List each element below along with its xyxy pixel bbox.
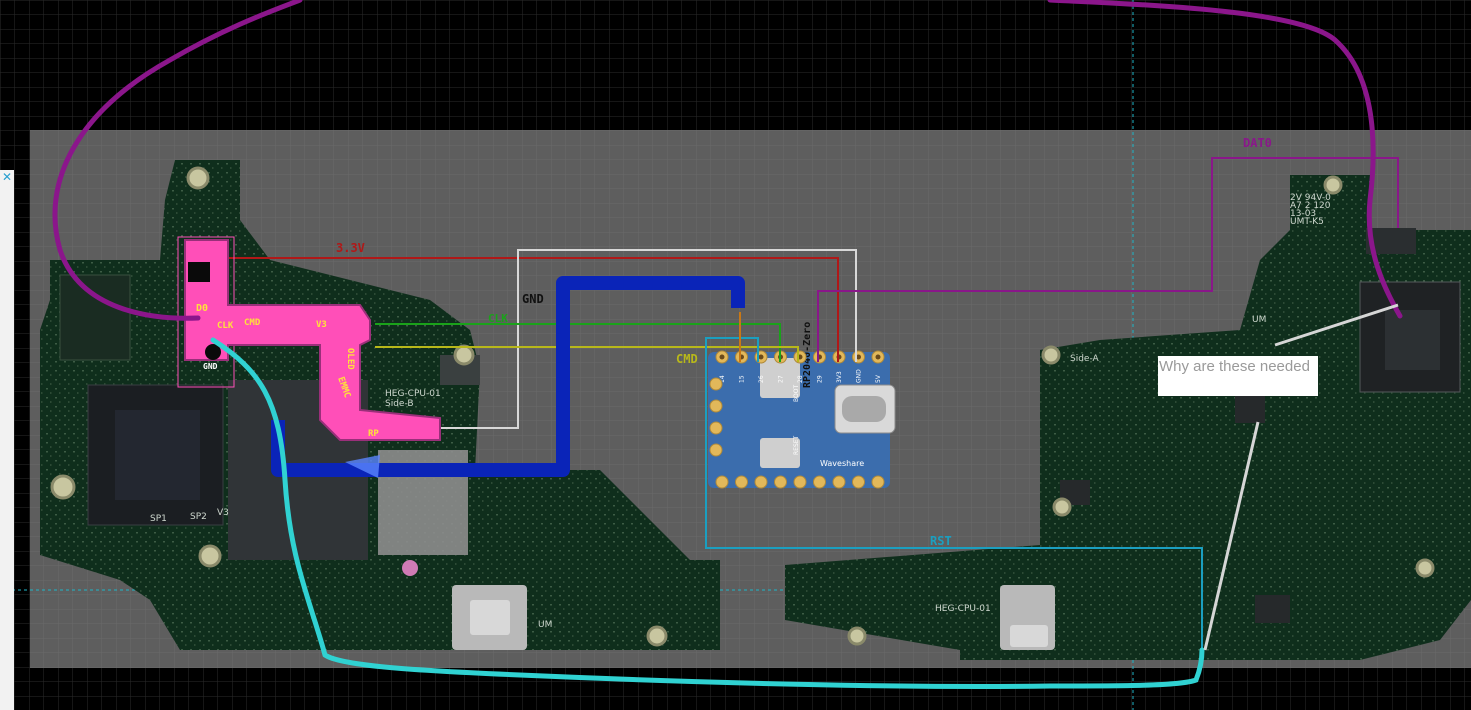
side-panel: ✕ xyxy=(0,170,14,710)
silk-v3: V3 xyxy=(217,508,229,518)
rp2040-pad xyxy=(832,475,846,489)
rp2040-pad xyxy=(774,475,787,489)
silk-board-right: HEG-CPU-01 xyxy=(935,604,991,614)
flex-label-v3: V3 xyxy=(316,320,327,330)
flex-label-clk: CLK xyxy=(217,321,234,331)
rp2040-pad xyxy=(709,399,723,413)
silk-side-b: Side-B xyxy=(385,399,414,409)
rp2040-pin-label: 26 xyxy=(758,375,765,383)
silk-board-left: HEG-CPU-01 xyxy=(385,389,441,399)
rp2040-pad xyxy=(852,475,865,489)
rp2040-pad xyxy=(709,377,723,391)
rp2040-pad-hole xyxy=(875,354,881,360)
rp2040-reset-label: RESET xyxy=(793,435,800,455)
label-clk: CLK xyxy=(488,312,508,325)
rp2040-pad-hole xyxy=(758,354,764,360)
rp2040-pin-label: 3V3 xyxy=(836,371,843,383)
silk-um-left: UM xyxy=(538,620,552,630)
rp2040-pad-hole xyxy=(719,354,725,360)
flex-label-rp: RP xyxy=(368,429,379,439)
silk-sp2: SP2 xyxy=(190,512,207,522)
label-rst: RST xyxy=(930,534,952,548)
rp2040-brand-label: Waveshare xyxy=(820,459,864,468)
silk-um-right: UM xyxy=(1252,315,1266,325)
close-icon[interactable]: ✕ xyxy=(0,170,14,184)
rp2040-bottom-pins xyxy=(715,475,885,489)
rp2040-pin-label: 27 xyxy=(778,375,785,383)
label-gnd: GND xyxy=(522,292,544,306)
schematic-canvas: HEG-CPU-01 Side-B V3 SP1 SP2 UM Side-A H… xyxy=(0,0,1471,710)
rp2040-pad xyxy=(813,475,826,489)
label-cmd: CMD xyxy=(676,352,698,366)
flex-label-oled: OLED xyxy=(345,348,355,370)
rp2040-pad xyxy=(715,475,729,489)
rp2040-pad xyxy=(754,475,768,489)
silk-sp1: SP1 xyxy=(150,514,167,524)
rp2040-pin-label: 5V xyxy=(875,374,882,383)
rp2040-pin-label: GND xyxy=(856,369,863,383)
rp2040-pad xyxy=(709,443,723,457)
rp2040-pad xyxy=(793,475,807,489)
label-3v3: 3.3V xyxy=(336,241,365,255)
rp2040-pin-label: 15 xyxy=(739,375,746,383)
flex-label-d0: D0 xyxy=(196,303,208,314)
rp2040-pad xyxy=(709,421,723,435)
silk-side-a: Side-A xyxy=(1070,354,1100,364)
rp2040-pin-label: 29 xyxy=(817,375,824,383)
flex-label-cmd: CMD xyxy=(244,318,261,328)
rp2040-boot-label: BOOT xyxy=(793,385,800,402)
flex-label-gnd: GND xyxy=(203,362,218,371)
rp2040-pad xyxy=(735,475,748,489)
annotation-note[interactable]: Why are these needed xyxy=(1158,356,1318,396)
rp2040-pin-label: 28 xyxy=(797,375,804,383)
rp2040-pad xyxy=(871,475,885,489)
label-dat0: DAT0 xyxy=(1243,136,1272,150)
